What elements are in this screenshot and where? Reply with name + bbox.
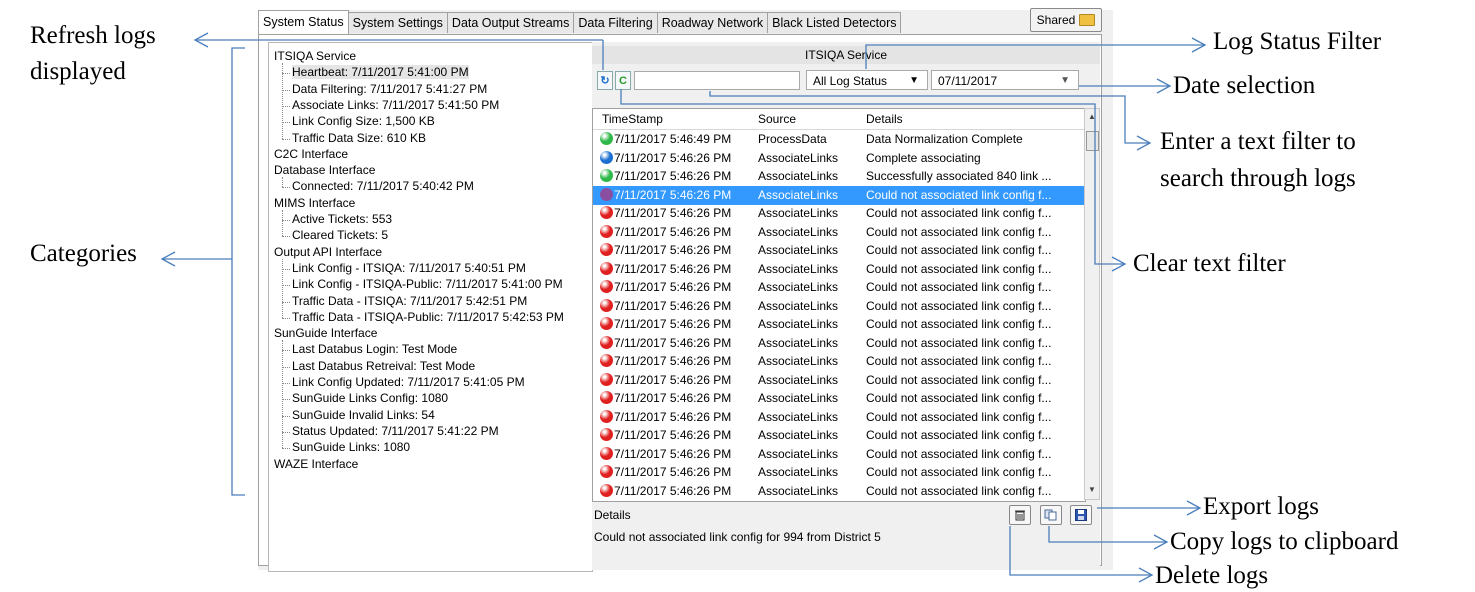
annotation-log-status: Log Status Filter xyxy=(1213,28,1382,55)
annotation-text-filter-line2: search through logs xyxy=(1160,165,1356,192)
annotation-copy: Copy logs to clipboard xyxy=(1170,528,1399,555)
annotation-delete: Delete logs xyxy=(1155,562,1269,589)
annotation-refresh-line2: displayed xyxy=(30,58,126,85)
annotation-date-selection: Date selection xyxy=(1173,72,1316,99)
annotation-categories: Categories xyxy=(30,240,137,267)
annotation-refresh-line1: Refresh logs xyxy=(30,22,156,49)
annotation-clear-filter: Clear text filter xyxy=(1133,250,1286,277)
annotation-text-filter-line1: Enter a text filter to xyxy=(1160,128,1356,155)
annotation-export: Export logs xyxy=(1203,493,1319,520)
